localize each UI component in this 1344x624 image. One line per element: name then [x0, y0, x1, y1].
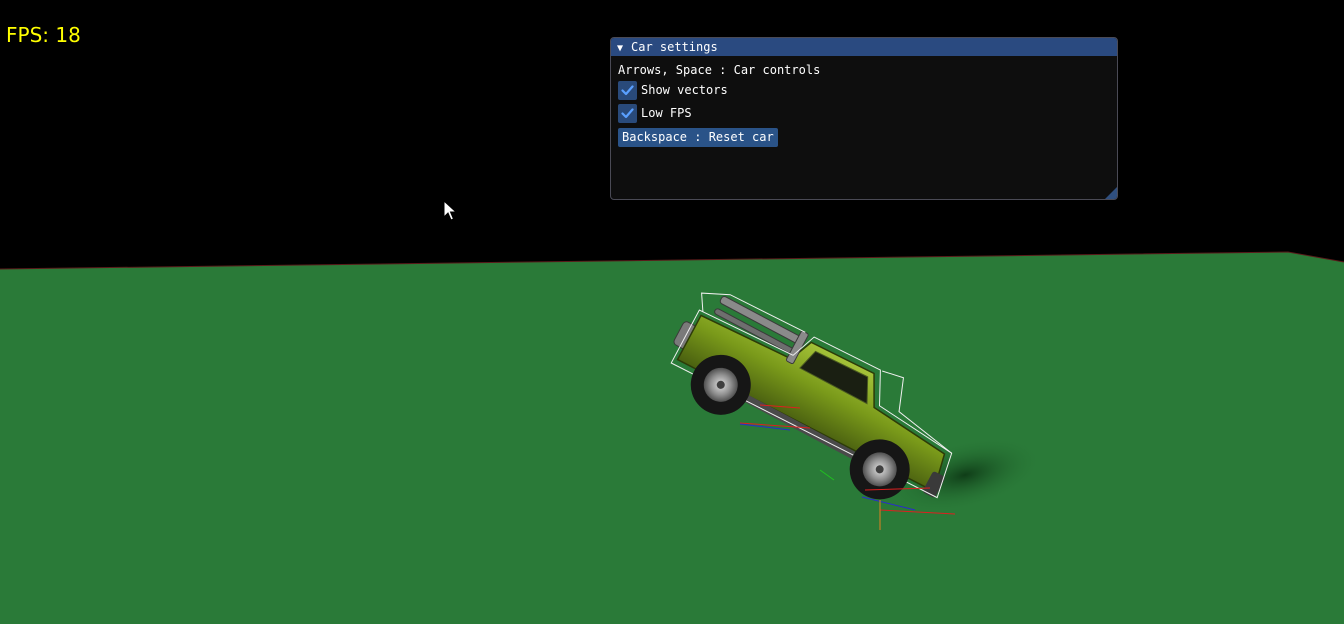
fps-counter: FPS: 18: [6, 23, 81, 47]
checkmark-icon: [621, 85, 634, 96]
show-vectors-label: Show vectors: [641, 83, 728, 97]
car-settings-window[interactable]: ▼ Car settings Arrows, Space : Car contro…: [610, 37, 1118, 200]
arrow-cursor-icon: [443, 200, 457, 221]
resize-grip-icon[interactable]: [1105, 187, 1117, 199]
checkmark-icon: [621, 108, 634, 119]
reset-car-button[interactable]: Backspace : Reset car: [618, 128, 778, 147]
window-title: Car settings: [631, 40, 718, 54]
car-settings-titlebar[interactable]: ▼ Car settings: [611, 38, 1117, 56]
ground-plane: [0, 252, 1344, 624]
controls-hint: Arrows, Space : Car controls: [618, 63, 821, 77]
show-vectors-row[interactable]: Show vectors: [618, 81, 1110, 100]
low-fps-row[interactable]: Low FPS: [618, 104, 1110, 123]
collapse-triangle-icon[interactable]: ▼: [617, 40, 631, 58]
low-fps-label: Low FPS: [641, 106, 692, 120]
car-settings-body: Arrows, Space : Car controls Show vector…: [611, 56, 1117, 153]
show-vectors-checkbox[interactable]: [618, 81, 637, 100]
low-fps-checkbox[interactable]: [618, 104, 637, 123]
